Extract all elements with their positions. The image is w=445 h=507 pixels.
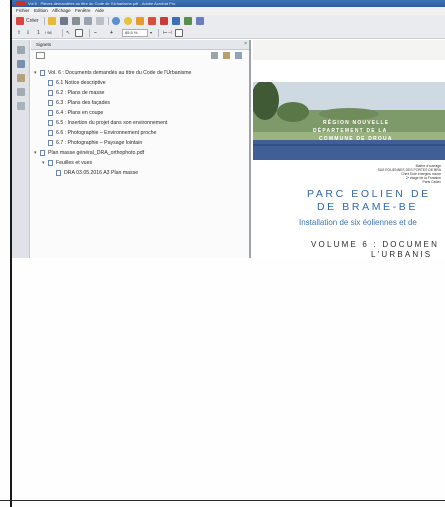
document-subtitle: Installation de six éoliennes et de [299, 218, 417, 227]
menu-fenetre[interactable]: Fenêtre [75, 7, 91, 15]
close-icon[interactable]: × [244, 41, 247, 47]
toolbar-row-main: Créer [12, 15, 445, 27]
share-icon[interactable] [136, 17, 144, 25]
menu-edition[interactable]: Edition [34, 7, 48, 15]
bookmark-item[interactable]: ▾ Feuilles et vues [42, 154, 92, 166]
toolbar-separator [158, 29, 159, 37]
title-bar: Vol 6 · Pièces demandées au titre du Cod… [12, 0, 445, 7]
bookmark-item[interactable]: DRA 03.05.2016 A3 Plan masse [56, 164, 139, 176]
bookmark-page-icon [40, 69, 45, 76]
acrobat-window: Vol 6 · Pièces demandées au titre du Cod… [12, 0, 445, 258]
fit-page-icon[interactable] [175, 29, 183, 37]
page-total: / 96 [45, 30, 52, 35]
zoom-input[interactable]: 85,5 % [122, 29, 148, 37]
export-pdf-icon[interactable] [148, 17, 156, 25]
bookmark-item[interactable]: 6.1 Notice descriptive [48, 74, 106, 86]
combine-files-icon[interactable] [160, 17, 168, 25]
bookmark-item[interactable]: ▾ Plan masse général_DRA_orthophoto.pdf [34, 144, 144, 156]
settings-gear-icon[interactable] [112, 17, 120, 25]
zoom-in-icon[interactable]: + [110, 27, 113, 39]
bookmarks-panel-header: Signets × [31, 40, 249, 50]
page-number-field[interactable]: 1 [37, 27, 40, 39]
protect-icon[interactable] [184, 17, 192, 25]
bookmark-item[interactable]: 6.3 : Plans des façades [48, 94, 110, 106]
menu-fichier[interactable]: Fichier [16, 7, 30, 15]
document-title-line1: PARC EOLIEN DE [307, 188, 431, 200]
credits-line: Paris Cedex [422, 180, 441, 184]
banner-line-region: RÉGION NOUVELLE [323, 120, 390, 126]
layers-icon[interactable] [17, 88, 25, 96]
save-icon[interactable] [60, 17, 68, 25]
create-pdf-icon[interactable] [16, 17, 24, 25]
expand-bookmark-icon[interactable] [235, 52, 242, 59]
volume-title-line2: L'URBANIS [371, 250, 433, 258]
navigation-pane-strip [12, 40, 30, 258]
previous-page-icon[interactable]: ⇧ [17, 27, 21, 39]
bookmark-page-icon [56, 169, 61, 176]
signatures-icon[interactable] [17, 102, 25, 110]
create-button[interactable]: Créer [26, 15, 39, 27]
bookmark-item[interactable]: 6.6 : Photographie – Environnement proch… [48, 124, 156, 136]
volume-title-line1: VOLUME 6 : DOCUMEN [311, 240, 440, 249]
menu-affichage[interactable]: Affichage [52, 7, 71, 15]
bookmarks-icon[interactable] [17, 60, 25, 68]
window-title: Vol 6 · Pièces demandées au titre du Cod… [28, 1, 176, 6]
bookmarks-toolbar [31, 51, 249, 61]
toolbar-separator [62, 29, 63, 37]
hand-tool-icon[interactable] [75, 29, 83, 37]
bookmark-item[interactable]: 6.4 : Plans en coupe [48, 104, 103, 116]
organize-pages-icon[interactable] [172, 17, 180, 25]
next-page-icon[interactable]: ⇩ [26, 27, 30, 39]
bookmark-page-icon [48, 159, 53, 166]
page-bottom-line [0, 500, 445, 501]
menu-aide[interactable]: Aide [95, 7, 104, 15]
new-bookmark-icon[interactable] [211, 52, 218, 59]
acrobat-app-icon [16, 1, 25, 6]
toolbar-separator [44, 17, 45, 25]
bookmarks-panel: Signets × ▾ Vol. 6 : Documents demandés a… [31, 40, 251, 258]
sign-icon[interactable] [196, 17, 204, 25]
banner-line-commune: COMMUNE DE DROUA [319, 136, 393, 142]
cover-photo: RÉGION NOUVELLE DÉPARTEMENT DE LA COMMUN… [253, 82, 445, 160]
fit-width-icon[interactable]: ⊢⊣ [163, 27, 172, 39]
document-page: RÉGION NOUVELLE DÉPARTEMENT DE LA COMMUN… [253, 60, 445, 258]
bookmark-item[interactable]: 6.5 : Insertion du projet dans son envir… [48, 114, 167, 126]
toolbar-row-navigation: ⇧ ⇩ 1 / 96 ↖ − + 85,5 % ▾ ⊢⊣ [12, 27, 445, 39]
bookmark-item[interactable]: ▾ Vol. 6 : Documents demandés au titre du… [34, 64, 191, 76]
print-icon[interactable] [72, 17, 80, 25]
edit-icon[interactable] [84, 17, 92, 25]
star-icon[interactable] [124, 17, 132, 25]
open-folder-icon[interactable] [48, 17, 56, 25]
bookmark-options-icon[interactable] [36, 52, 45, 59]
scanned-page: Vol 6 · Pièces demandées au titre du Cod… [0, 0, 445, 507]
bookmark-item[interactable]: 6.7 : Photographie – Paysage lointain [48, 134, 142, 146]
attachment-paperclip-icon[interactable] [17, 74, 25, 82]
zoom-out-icon[interactable]: − [94, 27, 97, 39]
toolbar: Créer ⇧ ⇩ 1 / 96 ↖ − + 85,5 % ▾ ⊢⊣ [12, 15, 445, 39]
select-cursor-icon[interactable]: ↖ [66, 27, 70, 39]
comment-icon[interactable] [96, 17, 104, 25]
banner-line-department: DÉPARTEMENT DE LA [313, 128, 388, 134]
document-view[interactable]: RÉGION NOUVELLE DÉPARTEMENT DE LA COMMUN… [253, 40, 445, 258]
toolbar-separator [108, 17, 109, 25]
delete-bookmark-icon[interactable] [223, 52, 230, 59]
page-thumbnails-icon[interactable] [17, 46, 25, 54]
bookmark-item[interactable]: 6.2 : Plans de masse [48, 84, 104, 96]
document-title-line2: DE BRAME-BE [317, 201, 418, 213]
menu-bar: Fichier Edition Affichage Fenêtre Aide [12, 7, 445, 15]
bookmark-label: DRA 03.05.2016 A3 Plan masse [64, 169, 139, 176]
zoom-dropdown-chevron-icon[interactable]: ▾ [150, 27, 152, 39]
toolbar-separator [89, 29, 90, 37]
bookmarks-panel-title: Signets [36, 42, 52, 47]
